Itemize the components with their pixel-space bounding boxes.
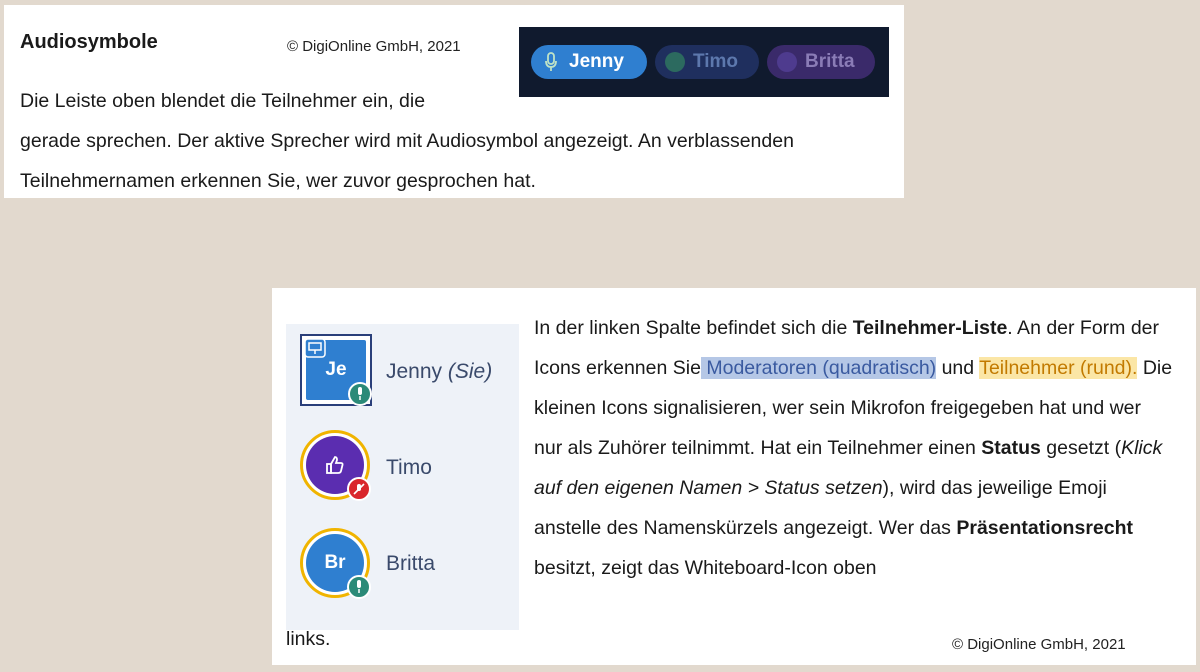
speaker-pill-jenny[interactable]: Jenny xyxy=(531,45,647,79)
speaker-name: Jenny xyxy=(569,51,624,72)
audio-symbols-card: Audiosymbole © DigiOnline GmbH, 2021 Jen… xyxy=(4,5,904,198)
text-run: In der linken Spalte befindet sich die xyxy=(534,317,853,339)
status-dot-icon xyxy=(777,52,797,72)
copyright-note: © DigiOnline GmbH, 2021 xyxy=(287,38,461,55)
text-run: gesetzt ( xyxy=(1040,437,1122,459)
audio-description: Die Leiste oben blendet die Teilnehmer e… xyxy=(20,81,890,201)
highlight-moderators: Moderatoren (quadratisch) xyxy=(700,357,937,379)
muted-icon xyxy=(347,477,371,501)
participant-description: In der linken Spalte befindet sich die T… xyxy=(534,308,1174,588)
avatar-timo[interactable] xyxy=(300,430,371,501)
section-title: Audiosymbole xyxy=(20,31,158,53)
avatar-britta[interactable]: Br xyxy=(300,528,371,599)
participant-name-jenny: Jenny (Sie) xyxy=(386,360,492,384)
bold-term: Teilnehmer-Liste xyxy=(852,317,1008,339)
text-continuation: links. xyxy=(286,628,331,650)
self-marker: (Sie) xyxy=(447,360,493,383)
description-line-1: Die Leiste oben blendet die Teilnehmer e… xyxy=(20,90,426,112)
microphone-icon xyxy=(348,382,372,406)
participant-name-timo: Timo xyxy=(386,456,432,479)
whiteboard-icon xyxy=(304,338,326,358)
text-run: besitzt, zeigt das Whiteboard-Icon oben xyxy=(534,557,877,579)
speaker-name: Britta xyxy=(805,51,855,72)
copyright-note: © DigiOnline GmbH, 2021 xyxy=(952,636,1126,653)
bold-term: Präsentationsrecht xyxy=(956,517,1134,539)
participant-name-britta: Britta xyxy=(386,552,436,575)
speaker-name: Timo xyxy=(693,51,739,72)
microphone-icon xyxy=(347,575,371,599)
participant-list-card: Je Jenny (Sie) Timo Br Britta In der lin… xyxy=(272,288,1196,665)
name-text: Jenny xyxy=(386,360,443,383)
speaker-pill-timo[interactable]: Timo xyxy=(655,45,759,79)
avatar-jenny[interactable]: Je xyxy=(300,334,372,406)
description-rest: gerade sprechen. Der aktive Sprecher wir… xyxy=(20,130,794,192)
microphone-icon xyxy=(541,52,561,72)
speaker-pill-britta[interactable]: Britta xyxy=(767,45,875,79)
bold-term: Status xyxy=(981,437,1041,459)
status-dot-icon xyxy=(665,52,685,72)
participant-list: Je Jenny (Sie) Timo Br Britta xyxy=(286,324,519,630)
highlight-participants: Teilnehmer (rund). xyxy=(979,357,1138,379)
text-run: und xyxy=(936,357,980,379)
